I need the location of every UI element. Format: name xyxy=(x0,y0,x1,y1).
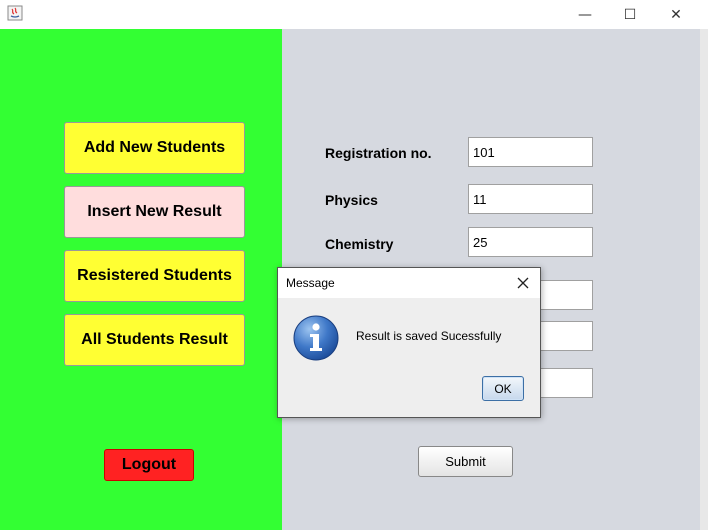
add-new-students-button[interactable]: Add New Students xyxy=(64,122,245,174)
dialog-close-button[interactable] xyxy=(512,272,534,294)
all-students-result-button[interactable]: All Students Result xyxy=(64,314,245,366)
logout-button[interactable]: Logout xyxy=(104,449,194,481)
dialog-titlebar: Message xyxy=(278,268,540,298)
close-button[interactable]: ✕ xyxy=(653,0,699,29)
physics-label: Physics xyxy=(325,192,378,208)
dialog-message: Result is saved Sucessfully xyxy=(356,329,502,343)
window-titlebar: — ☐ ✕ xyxy=(0,0,708,29)
chemistry-label: Chemistry xyxy=(325,236,394,252)
physics-input[interactable] xyxy=(468,184,593,214)
submit-button[interactable]: Submit xyxy=(418,446,513,477)
window-edge xyxy=(700,29,708,530)
info-icon xyxy=(293,315,339,361)
minimize-button[interactable]: — xyxy=(562,0,608,29)
chemistry-input[interactable] xyxy=(468,227,593,257)
registered-students-button[interactable]: Resistered Students xyxy=(64,250,245,302)
ok-button[interactable]: OK xyxy=(482,376,524,401)
registration-no-label: Registration no. xyxy=(325,145,432,161)
dialog-title: Message xyxy=(286,276,335,290)
java-app-icon xyxy=(7,5,23,21)
registration-no-input[interactable] xyxy=(468,137,593,167)
message-dialog: Message Result is saved Sucessfully OK xyxy=(277,267,541,418)
close-icon xyxy=(517,277,529,289)
maximize-button[interactable]: ☐ xyxy=(607,0,653,29)
insert-new-result-button[interactable]: Insert New Result xyxy=(64,186,245,238)
